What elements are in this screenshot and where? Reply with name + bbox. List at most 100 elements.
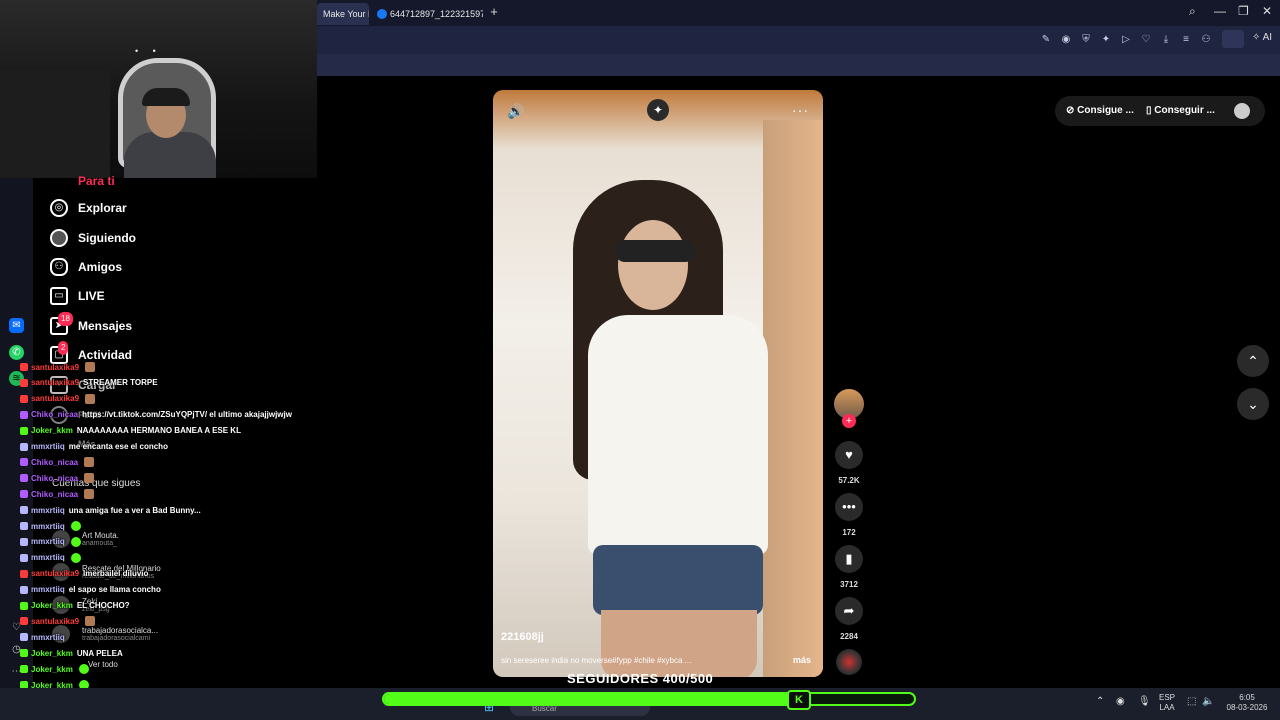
avatar-icon — [50, 229, 68, 247]
volume-icon[interactable]: 🔊 — [507, 104, 524, 118]
chat-username[interactable]: Chiko_nicaa — [31, 410, 78, 419]
next-video-button[interactable]: ⌄ — [1237, 388, 1269, 420]
followers-goal-label: SEGUIDORES 400/500 — [567, 671, 714, 686]
chat-username[interactable]: Joker_kkm — [31, 649, 73, 658]
heart-icon[interactable]: ♡ — [1140, 34, 1152, 46]
nav-amigos[interactable]: ⚇ Amigos — [50, 257, 122, 277]
following-see-all[interactable]: Ver todo — [88, 660, 118, 669]
tab-make-your[interactable]: Make Your D — [317, 3, 369, 25]
play-icon[interactable]: ▷ — [1120, 34, 1132, 46]
maximize-button[interactable]: ❐ — [1238, 4, 1249, 18]
comment-icon[interactable]: ••• — [835, 493, 863, 521]
clock[interactable]: 6:05 08-03-2026 — [1222, 693, 1272, 713]
chat-username[interactable]: Chiko_nicaa — [31, 474, 78, 483]
following-handle: trabajadorasocialcami — [82, 635, 151, 642]
like-icon[interactable]: ♥ — [835, 441, 863, 469]
chat-text: EL CHOCHO? — [76, 601, 130, 610]
subscriber-badge-icon — [20, 410, 28, 419]
extension-icon[interactable]: ✦ — [1100, 34, 1112, 46]
effects-icon[interactable]: ✦ — [647, 99, 669, 121]
comment-count: 172 — [842, 528, 856, 537]
chat-username[interactable]: Chiko_nicaa — [31, 458, 78, 467]
download-icon[interactable]: ⤓ — [1160, 34, 1172, 46]
chat-username[interactable]: santulaxika9 — [31, 363, 79, 372]
nav-siguiendo[interactable]: Siguiendo — [50, 228, 136, 248]
subscriber-badge-icon — [20, 363, 28, 371]
language-indicator[interactable]: ESP LAA — [1159, 693, 1175, 713]
video-person-legs — [601, 610, 757, 677]
chat-message: Chiko_nicaa — [20, 487, 95, 501]
chat-username[interactable]: mmxrtiiq — [31, 633, 65, 642]
chat-message: Joker_kkm UNA PELEA — [20, 646, 123, 660]
chat-username[interactable]: mmxrtiiq — [31, 442, 65, 451]
nav-label: LIVE — [78, 289, 105, 303]
subscriber-badge-icon — [20, 474, 28, 483]
network-icon[interactable]: ⬚ — [1187, 697, 1196, 707]
nav-mensajes[interactable]: ➤ 18 Mensajes — [50, 312, 132, 336]
clock-date: 08-03-2026 — [1226, 703, 1268, 712]
get-app-button[interactable]: ▯ Conseguir ... — [1146, 105, 1215, 116]
nav-para-ti[interactable]: Para ti — [78, 174, 115, 188]
minimize-button[interactable]: — — [1214, 4, 1226, 18]
ai-button[interactable]: ✧ AI — [1252, 32, 1272, 43]
subscriber-badge-icon — [20, 553, 28, 562]
chat-message: mmxrtiiq — [20, 630, 69, 644]
follow-plus-icon[interactable]: + — [842, 414, 856, 428]
chat-username[interactable]: santulaxika9 — [31, 394, 79, 403]
chat-username[interactable]: santulaxika9 — [31, 569, 79, 578]
close-button[interactable]: ✕ — [1262, 4, 1272, 18]
tray-app-icon[interactable]: ◉ — [1116, 697, 1125, 707]
bookmark-icon[interactable]: ▮ — [835, 545, 863, 573]
chat-username[interactable]: mmxrtiiq — [31, 553, 65, 562]
live-icon: ▭ — [50, 287, 68, 305]
account-icon[interactable]: ⚇ — [1200, 34, 1212, 46]
user-avatar[interactable] — [1234, 103, 1250, 119]
emote-icon — [84, 489, 95, 500]
kick-logo-icon: K — [787, 690, 811, 710]
chat-message: santulaxika9 — [20, 360, 96, 374]
get-coins-button[interactable]: ⊘ Consigue ... — [1066, 105, 1134, 116]
chat-username[interactable]: Chiko_nicaa — [31, 490, 78, 499]
search-icon[interactable]: ⌕ — [1189, 4, 1196, 19]
messages-icon: ➤ 18 — [50, 312, 73, 335]
video-author[interactable]: 221608jj — [501, 631, 544, 643]
nav-explorar[interactable]: ◎ Explorar — [50, 198, 127, 218]
extensions-button[interactable] — [1222, 30, 1244, 48]
previous-video-button[interactable]: ⌃ — [1237, 345, 1269, 377]
chat-username[interactable]: Joker_kkm — [31, 665, 73, 674]
chat-text: https://vt.tiktok.com/ZSuYQPjTV/ el ulti… — [82, 410, 292, 420]
address-bar[interactable] — [317, 54, 1280, 76]
whatsapp-icon[interactable]: ✆ — [9, 345, 24, 360]
camera-icon[interactable]: ◉ — [1060, 34, 1072, 46]
chat-username[interactable]: santulaxika9 — [31, 378, 79, 387]
chat-text: me encanta ese el concho — [68, 442, 168, 451]
edit-icon[interactable]: ✎ — [1040, 34, 1052, 46]
chat-username[interactable]: mmxrtiiq — [31, 537, 65, 546]
messages-badge: 18 — [58, 312, 73, 326]
music-disc-icon[interactable] — [836, 649, 862, 675]
menu-icon[interactable]: ≡ — [1180, 34, 1192, 46]
tray-chevron-icon[interactable]: ⌃ — [1096, 697, 1104, 707]
webcam-shelf — [0, 70, 110, 178]
chat-username[interactable]: mmxrtiiq — [31, 585, 65, 594]
emote-icon — [84, 457, 95, 468]
chat-username[interactable]: mmxrtiiq — [31, 522, 65, 531]
ai-label: AI — [1262, 32, 1273, 43]
messenger-icon[interactable]: ✉ — [9, 318, 24, 333]
chat-username[interactable]: Joker_kkm — [31, 426, 73, 435]
nav-live[interactable]: ▭ LIVE — [50, 286, 105, 306]
shield-icon[interactable]: ⛨ — [1080, 34, 1092, 46]
tab-label: Make Your D — [323, 9, 369, 19]
video-player[interactable]: 🔊 ✦ ··· 221608jj sin sereseree india no … — [493, 90, 823, 677]
share-icon[interactable]: ➦ — [835, 597, 863, 625]
more-options-icon[interactable]: ··· — [792, 102, 809, 118]
chat-username[interactable]: Joker_kkm — [31, 601, 73, 610]
chat-username[interactable]: mmxrtiiq — [31, 506, 65, 515]
chat-text: lmerbailel diluvio — [83, 569, 149, 579]
tab-facebook-video[interactable]: 644712897_1223215979 — [371, 3, 483, 25]
chat-username[interactable]: santulaxika9 — [31, 617, 79, 626]
microphone-icon[interactable]: 🎙 — [1138, 697, 1151, 707]
new-tab-button[interactable]: + — [487, 5, 501, 19]
volume-tray-icon[interactable]: 🔈 — [1202, 697, 1214, 707]
caption-more-button[interactable]: más — [793, 655, 811, 665]
